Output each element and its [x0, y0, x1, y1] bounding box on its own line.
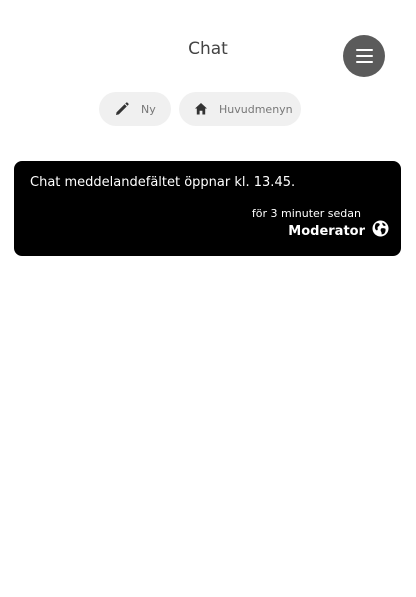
main-menu-button[interactable]: Huvudmenyn: [179, 92, 301, 126]
chat-message: Chat meddelandefältet öppnar kl. 13.45. …: [14, 161, 401, 256]
home-icon: [194, 102, 208, 116]
message-timestamp: för 3 minuter sedan: [251, 207, 361, 220]
hamburger-menu-icon-bar: [355, 55, 373, 57]
hamburger-menu-icon-bar: [355, 61, 373, 63]
menu-button[interactable]: [343, 35, 385, 77]
message-text: Chat meddelandefältet öppnar kl. 13.45.: [30, 175, 296, 190]
globe-icon: [372, 220, 389, 237]
new-chat-button[interactable]: Ny: [99, 92, 171, 126]
chat-page: Chat Ny Huvudmenyn Chat meddelandefältet…: [0, 0, 416, 597]
message-author: Moderator: [288, 224, 365, 239]
new-chat-label: Ny: [141, 102, 156, 116]
hamburger-menu-icon: [355, 49, 373, 51]
pencil-icon: [115, 102, 129, 116]
main-menu-label: Huvudmenyn: [219, 102, 293, 116]
